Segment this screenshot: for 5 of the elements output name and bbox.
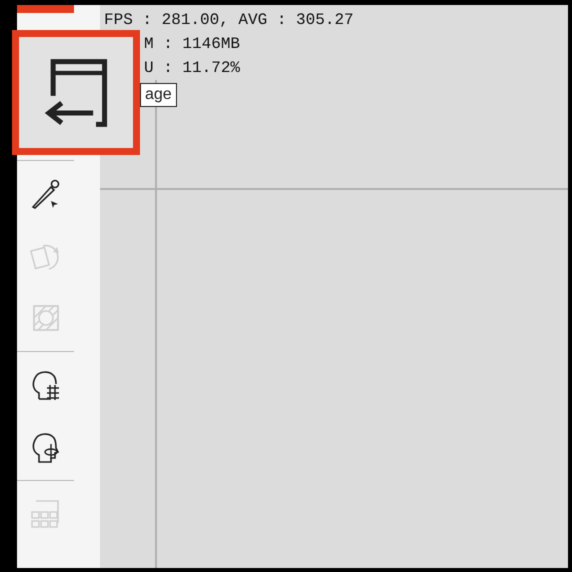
active-indicator <box>17 5 74 13</box>
stats-text: FPS : 281.00, AVG : 305.27 <box>104 10 355 31</box>
stats-text: M : 1146MB <box>144 34 242 55</box>
stats-text: U : 11.72% <box>144 58 242 79</box>
tooltip: age <box>140 83 177 107</box>
